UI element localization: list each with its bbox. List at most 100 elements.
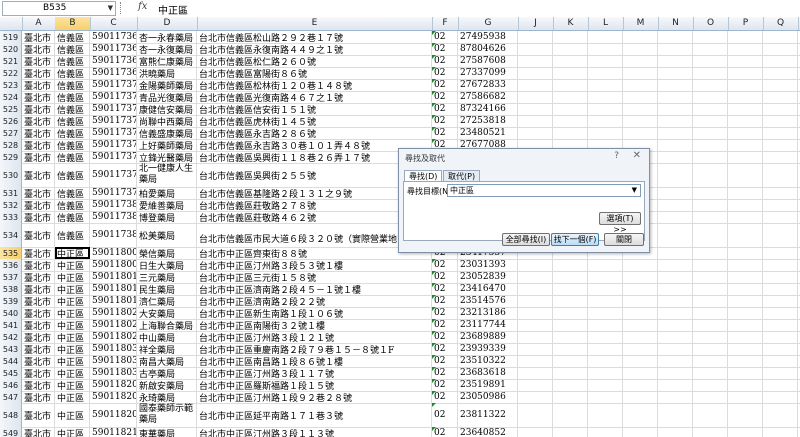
empty-cell[interactable] bbox=[553, 31, 588, 43]
cell-a[interactable]: 臺北市 bbox=[22, 211, 55, 223]
empty-cell[interactable] bbox=[658, 211, 693, 223]
cell-c[interactable]: 5901180162 bbox=[90, 295, 137, 307]
options-button[interactable]: 選項(T) >> bbox=[599, 212, 641, 234]
cell-g[interactable]: 23519891 bbox=[458, 379, 518, 391]
row-header[interactable]: 543 bbox=[0, 343, 22, 355]
cell-f[interactable]: 02 bbox=[432, 55, 458, 67]
empty-cell[interactable] bbox=[763, 223, 798, 247]
cell-c[interactable]: 5901182086 bbox=[90, 403, 137, 427]
column-header-e[interactable]: E bbox=[197, 17, 433, 30]
empty-cell[interactable] bbox=[693, 103, 728, 115]
cell-c[interactable]: 5901180322 bbox=[90, 355, 137, 367]
empty-cell[interactable] bbox=[763, 139, 798, 151]
cell-b[interactable]: 信義區 bbox=[55, 91, 90, 103]
empty-cell[interactable] bbox=[658, 295, 693, 307]
cell-f[interactable]: 02 bbox=[432, 103, 458, 115]
empty-cell[interactable] bbox=[588, 43, 623, 55]
cell-g[interactable]: 23640852 bbox=[458, 427, 518, 437]
cell-e[interactable]: 台北市中正區新生南路１段１０６號 bbox=[197, 307, 432, 319]
empty-cell[interactable] bbox=[728, 223, 763, 247]
empty-cell[interactable] bbox=[728, 151, 763, 163]
cell-f[interactable]: 02 bbox=[432, 79, 458, 91]
cell-b[interactable]: 中正區 bbox=[55, 307, 90, 319]
cell-c[interactable]: 5901173774 bbox=[90, 151, 137, 163]
empty-cell[interactable] bbox=[658, 139, 693, 151]
cell-a[interactable]: 臺北市 bbox=[22, 247, 55, 259]
empty-cell[interactable] bbox=[763, 307, 798, 319]
cell-c[interactable]: 5901180206 bbox=[90, 307, 137, 319]
empty-cell[interactable] bbox=[518, 115, 553, 127]
cell-e[interactable]: 台北市信義區莊敬路２７８號 bbox=[197, 199, 432, 211]
cell-g[interactable]: 23510322 bbox=[458, 355, 518, 367]
cell-c[interactable]: 5901182068 bbox=[90, 391, 137, 403]
row-header[interactable]: 522 bbox=[0, 67, 22, 79]
cell-a[interactable]: 臺北市 bbox=[22, 295, 55, 307]
cell-d[interactable]: 松美藥局 bbox=[137, 223, 197, 247]
cell-f[interactable]: 02 bbox=[432, 331, 458, 343]
cell-c[interactable]: 5901173756 bbox=[90, 127, 137, 139]
empty-cell[interactable] bbox=[623, 403, 658, 427]
cell-a[interactable]: 臺北市 bbox=[22, 343, 55, 355]
empty-cell[interactable] bbox=[763, 211, 798, 223]
empty-cell[interactable] bbox=[693, 307, 728, 319]
empty-cell[interactable] bbox=[658, 355, 693, 367]
cell-a[interactable]: 臺北市 bbox=[22, 31, 55, 43]
cell-a[interactable]: 臺北市 bbox=[22, 403, 55, 427]
cell-b[interactable]: 中正區 bbox=[55, 379, 90, 391]
column-header-q[interactable]: Q bbox=[763, 17, 799, 30]
cell-g[interactable]: 27253818 bbox=[458, 115, 518, 127]
empty-cell[interactable] bbox=[693, 403, 728, 427]
row-header[interactable]: 549 bbox=[0, 427, 22, 437]
cell-a[interactable]: 臺北市 bbox=[22, 199, 55, 211]
empty-cell[interactable] bbox=[658, 91, 693, 103]
empty-cell[interactable] bbox=[518, 271, 553, 283]
cell-c[interactable]: 5901173809 bbox=[90, 199, 137, 211]
row-header[interactable]: 535 bbox=[0, 247, 22, 259]
cell-g[interactable]: 23939339 bbox=[458, 343, 518, 355]
empty-cell[interactable] bbox=[693, 91, 728, 103]
cell-a[interactable]: 臺北市 bbox=[22, 127, 55, 139]
empty-cell[interactable] bbox=[728, 355, 763, 367]
empty-cell[interactable] bbox=[728, 427, 763, 437]
empty-cell[interactable] bbox=[518, 91, 553, 103]
cell-d[interactable]: 上海聯合藥局 bbox=[137, 319, 197, 331]
empty-cell[interactable] bbox=[553, 55, 588, 67]
empty-cell[interactable] bbox=[658, 283, 693, 295]
cell-a[interactable]: 臺北市 bbox=[22, 367, 55, 379]
empty-cell[interactable] bbox=[658, 151, 693, 163]
empty-cell[interactable] bbox=[623, 367, 658, 379]
empty-cell[interactable] bbox=[763, 247, 798, 259]
empty-cell[interactable] bbox=[728, 43, 763, 55]
cell-d[interactable]: 新啟安藥局 bbox=[137, 379, 197, 391]
empty-cell[interactable] bbox=[623, 307, 658, 319]
empty-cell[interactable] bbox=[623, 31, 658, 43]
cell-a[interactable]: 臺北市 bbox=[22, 283, 55, 295]
empty-cell[interactable] bbox=[763, 151, 798, 163]
cell-d[interactable]: 杏一永復藥局 bbox=[137, 43, 197, 55]
empty-cell[interactable] bbox=[553, 271, 588, 283]
row-header[interactable]: 546 bbox=[0, 379, 22, 391]
empty-cell[interactable] bbox=[763, 79, 798, 91]
cell-b[interactable]: 信義區 bbox=[55, 55, 90, 67]
cell-e[interactable]: 台北市中正區羅斯福路１段１５號 bbox=[197, 379, 432, 391]
cell-d[interactable]: 柏愛藥局 bbox=[137, 187, 197, 199]
cell-a[interactable]: 臺北市 bbox=[22, 223, 55, 247]
empty-cell[interactable] bbox=[658, 67, 693, 79]
cell-a[interactable]: 臺北市 bbox=[22, 79, 55, 91]
cell-f[interactable]: 02 bbox=[432, 115, 458, 127]
cell-f[interactable]: 02 bbox=[432, 271, 458, 283]
empty-cell[interactable] bbox=[728, 187, 763, 199]
empty-cell[interactable] bbox=[623, 319, 658, 331]
empty-cell[interactable] bbox=[623, 259, 658, 271]
empty-cell[interactable] bbox=[658, 343, 693, 355]
cell-a[interactable]: 臺北市 bbox=[22, 355, 55, 367]
cell-b[interactable]: 中正區 bbox=[55, 427, 90, 437]
cell-a[interactable]: 臺北市 bbox=[22, 307, 55, 319]
empty-cell[interactable] bbox=[658, 379, 693, 391]
empty-cell[interactable] bbox=[693, 283, 728, 295]
row-header[interactable]: 525 bbox=[0, 103, 22, 115]
empty-cell[interactable] bbox=[693, 259, 728, 271]
empty-cell[interactable] bbox=[693, 391, 728, 403]
empty-cell[interactable] bbox=[588, 79, 623, 91]
row-header[interactable]: 529 bbox=[0, 151, 22, 163]
